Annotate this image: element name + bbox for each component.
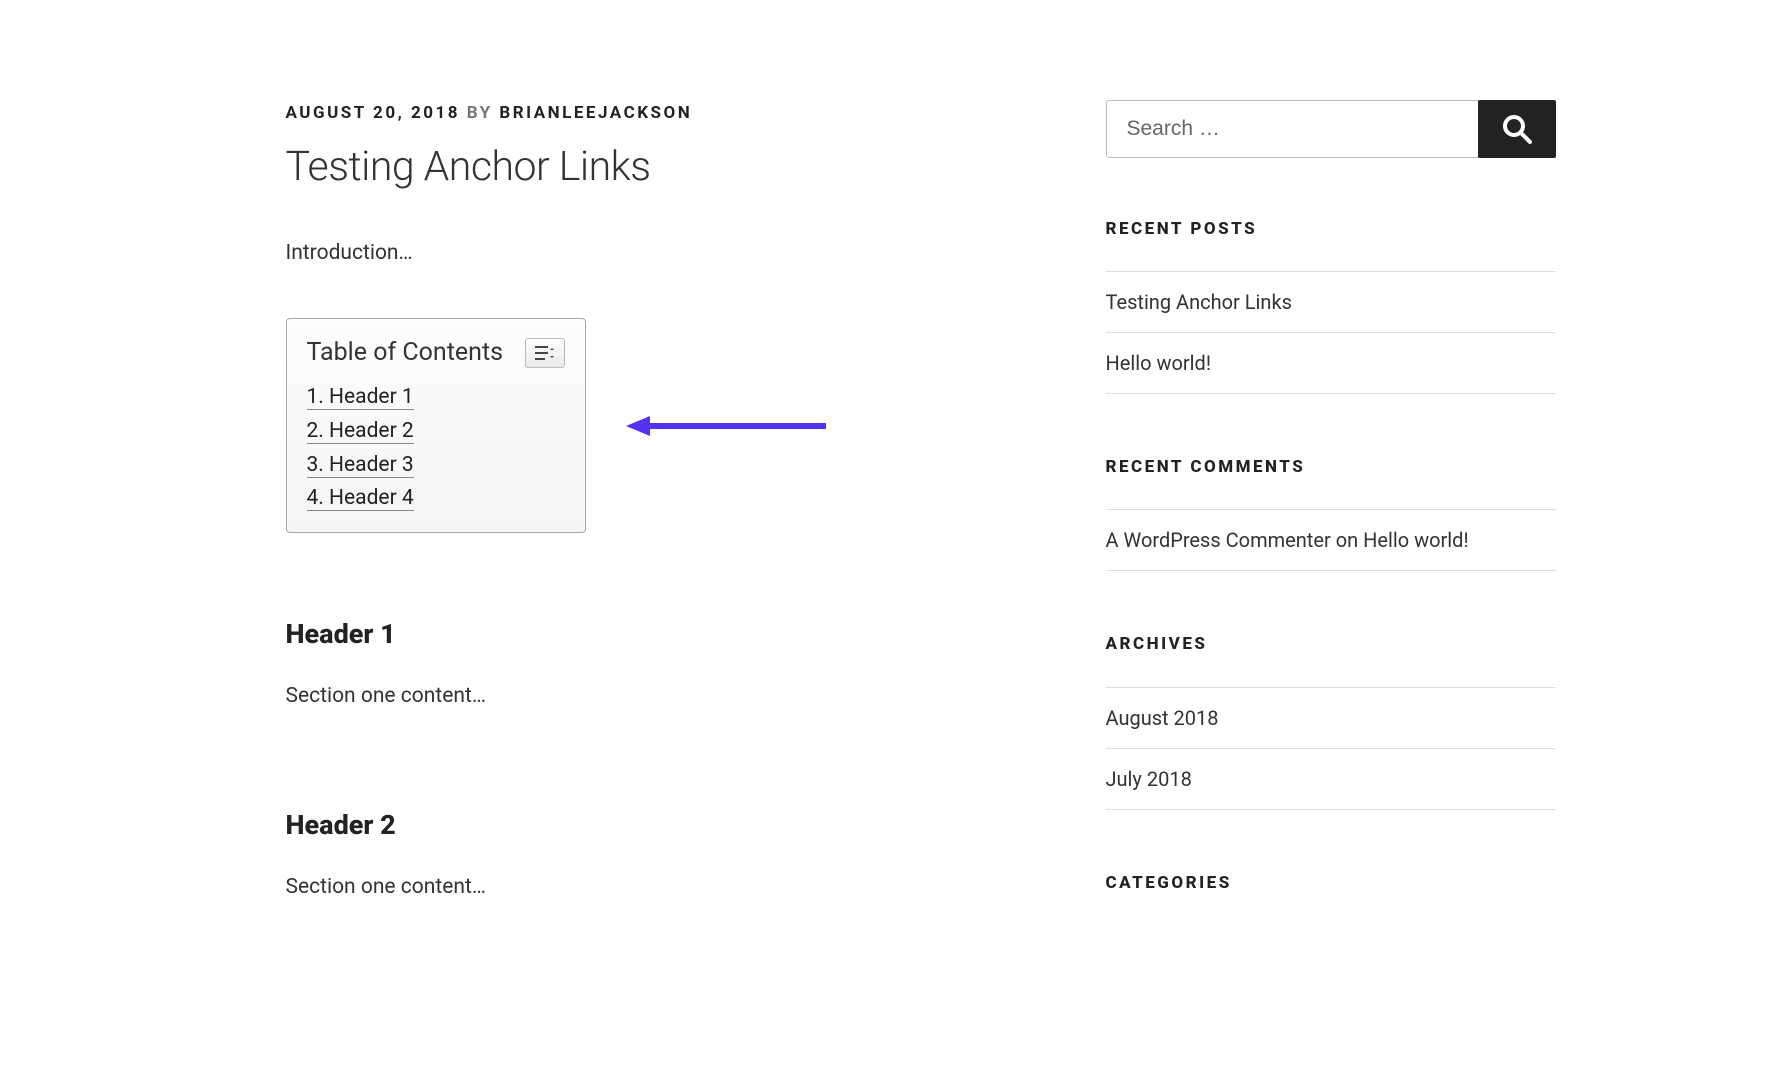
recent-post-link[interactable]: Testing Anchor Links [1106,290,1292,314]
toc-link-2[interactable]: 2. Header 2 [307,419,414,444]
annotation-arrow-icon [626,412,826,440]
list-item: July 2018 [1106,748,1556,810]
toc-list: 1. Header 1 2. Header 2 3. Header 3 4. H… [307,381,565,515]
section-heading-1: Header 1 [286,613,1026,656]
archives-title: ARCHIVES [1106,631,1556,658]
post-author-link[interactable]: BRIANLEEJACKSON [499,103,692,123]
toc-item: 2. Header 2 [307,415,565,449]
recent-posts-title: RECENT POSTS [1106,216,1556,243]
comment-post-link[interactable]: Hello world! [1363,528,1468,552]
comment-on-label: on [1336,528,1358,552]
search-input[interactable] [1106,100,1482,158]
table-of-contents: Table of Contents 1. Header 1 2. Header [286,318,586,532]
toc-item: 4. Header 4 [307,482,565,516]
list-item: Hello world! [1106,332,1556,394]
toc-toggle-button[interactable] [525,338,565,368]
recent-comments-title: RECENT COMMENTS [1106,454,1556,481]
post-intro: Introduction… [286,237,1026,271]
comment-author-link[interactable]: A WordPress Commenter [1106,528,1331,552]
section-content-1: Section one content… [286,680,1026,714]
toc-link-1[interactable]: 1. Header 1 [307,385,414,410]
sidebar: RECENT POSTS Testing Anchor Links Hello … [1106,100,1556,904]
search-form [1106,100,1556,158]
recent-posts-list: Testing Anchor Links Hello world! [1106,271,1556,394]
list-item: Testing Anchor Links [1106,271,1556,332]
search-button[interactable] [1478,100,1556,158]
recent-comments-list: A WordPress Commenter on Hello world! [1106,509,1556,571]
list-icon [535,345,555,361]
toc-title: Table of Contents [307,333,504,373]
main-content: AUGUST 20, 2018 BY BRIANLEEJACKSON Testi… [286,100,1026,904]
post-title: Testing Anchor Links [286,135,1026,201]
section-heading-2: Header 2 [286,804,1026,847]
toc-item: 3. Header 3 [307,449,565,483]
toc-item: 1. Header 1 [307,381,565,415]
section-content-2: Section one content… [286,871,1026,905]
categories-title: CATEGORIES [1106,870,1556,897]
archive-link[interactable]: July 2018 [1106,767,1192,791]
post-meta: AUGUST 20, 2018 BY BRIANLEEJACKSON [286,100,1026,127]
list-item: A WordPress Commenter on Hello world! [1106,509,1556,571]
post-date: AUGUST 20, 2018 [286,103,461,123]
recent-post-link[interactable]: Hello world! [1106,351,1211,375]
meta-by: BY [467,103,493,123]
archive-link[interactable]: August 2018 [1106,706,1219,730]
list-item: August 2018 [1106,687,1556,748]
toc-link-3[interactable]: 3. Header 3 [307,453,414,478]
toc-link-4[interactable]: 4. Header 4 [307,486,414,511]
archives-list: August 2018 July 2018 [1106,687,1556,810]
search-icon [1500,112,1534,146]
